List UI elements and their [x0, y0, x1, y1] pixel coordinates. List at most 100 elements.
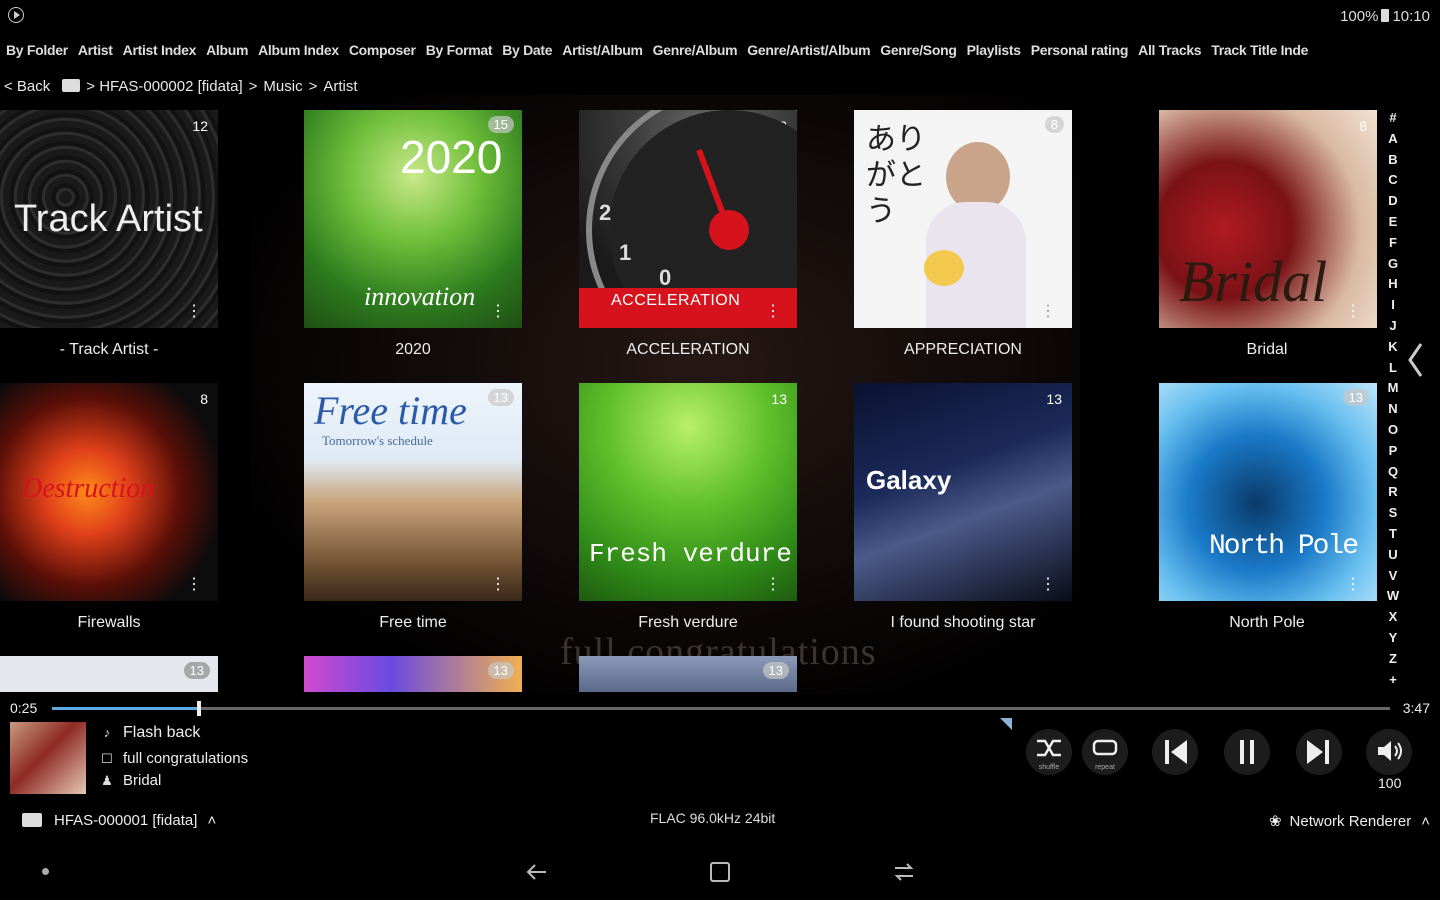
previous-button[interactable] [1152, 729, 1198, 775]
alphabet-index-letter[interactable]: V [1385, 566, 1401, 587]
seek-bar[interactable] [52, 701, 1390, 716]
artist-tile[interactable]: 8 ありがとう ⋮ [854, 110, 1072, 328]
alphabet-index-letter[interactable]: L [1385, 358, 1401, 379]
more-icon[interactable]: ⋮ [490, 577, 506, 593]
server-selector[interactable]: HFAS-000001 [fidata] ˄ [22, 812, 216, 829]
breadcrumb-server[interactable]: > HFAS-000002 [fidata] [86, 78, 242, 95]
tab-genre-artist-album[interactable]: Genre/Artist/Album [747, 42, 870, 58]
alphabet-index-letter[interactable]: I [1385, 295, 1401, 316]
seek-bar-fill [52, 707, 200, 710]
alphabet-index-letter[interactable]: E [1385, 212, 1401, 233]
tab-artist-index[interactable]: Artist Index [123, 42, 197, 58]
alphabet-index-letter[interactable]: H [1385, 274, 1401, 295]
tab-artist-album[interactable]: Artist/Album [562, 42, 643, 58]
alphabet-index-letter[interactable]: U [1385, 545, 1401, 566]
breadcrumb-separator: > [308, 78, 318, 95]
alphabet-index-letter[interactable]: N [1385, 399, 1401, 420]
artist-tile[interactable]: 12 Track Artist ⋮ [0, 110, 218, 328]
tab-album[interactable]: Album [206, 42, 248, 58]
alphabet-index-letter[interactable]: P [1385, 441, 1401, 462]
alphabet-index-letter[interactable]: K [1385, 337, 1401, 358]
alphabet-index-letter[interactable]: # [1385, 108, 1401, 129]
now-playing-album: full congratulations [123, 750, 249, 767]
next-button[interactable] [1296, 729, 1342, 775]
alphabet-index-letter[interactable]: O [1385, 420, 1401, 441]
artist-tile[interactable]: 13 North Pole ⋮ [1159, 383, 1377, 601]
more-icon[interactable]: ⋮ [186, 577, 202, 593]
tab-composer[interactable]: Composer [349, 42, 416, 58]
artist-tile[interactable]: 13 Galaxy ⋮ [854, 383, 1072, 601]
tab-personal-rating[interactable]: Personal rating [1031, 42, 1129, 58]
now-playing-artist-row: ♟ Bridal [98, 772, 161, 789]
pause-button[interactable] [1224, 729, 1270, 775]
more-icon[interactable]: ⋮ [1345, 577, 1361, 593]
alphabet-index-letter[interactable]: Q [1385, 462, 1401, 483]
alphabet-index-letter[interactable]: D [1385, 191, 1401, 212]
volume-button[interactable] [1366, 729, 1412, 775]
more-icon[interactable]: ⋮ [1040, 577, 1056, 593]
artist-name: ACCELERATION [626, 341, 750, 358]
chevron-left-icon[interactable] [1404, 340, 1426, 380]
renderer-selector[interactable]: ❀ Network Renderer ˄ [1269, 812, 1430, 830]
pause-icon [1240, 740, 1254, 764]
alphabet-index-letter[interactable]: A [1385, 129, 1401, 150]
overview-nav-icon[interactable] [707, 859, 733, 885]
elapsed-time: 0:25 [10, 700, 38, 716]
artist-tile[interactable]: 13 2 1 0 ACCELERATION ⋮ [579, 110, 797, 328]
alphabet-index-letter[interactable]: Y [1385, 628, 1401, 649]
alphabet-index-letter[interactable]: W [1385, 586, 1401, 607]
recents-nav-icon[interactable] [891, 860, 917, 884]
alphabet-index-letter[interactable]: + [1385, 670, 1401, 691]
music-note-icon: ♪ [103, 725, 111, 740]
artist-tile[interactable]: 8 Destruction ⋮ [0, 383, 218, 601]
tab-track-title-index[interactable]: Track Title Inde [1211, 42, 1308, 58]
artist-tile[interactable]: 8 Bridal ⋮ [1159, 110, 1377, 328]
tab-album-index[interactable]: Album Index [258, 42, 339, 58]
alphabet-index-letter[interactable]: F [1385, 233, 1401, 254]
breadcrumb-music[interactable]: Music [263, 78, 302, 95]
tab-all-tracks[interactable]: All Tracks [1138, 42, 1201, 58]
tab-playlists[interactable]: Playlists [967, 42, 1021, 58]
alphabet-index-letter[interactable]: G [1385, 254, 1401, 275]
more-icon[interactable]: ⋮ [186, 304, 202, 320]
folder-icon [62, 79, 81, 92]
more-icon[interactable]: ⋮ [490, 304, 506, 320]
alphabet-index-letter[interactable]: X [1385, 607, 1401, 628]
now-playing-cover[interactable] [10, 722, 86, 794]
artist-tile[interactable]: 13 Free time Tomorrow's schedule ⋮ [304, 383, 522, 601]
repeat-button[interactable]: repeat [1082, 729, 1128, 775]
artist-tile[interactable]: 13 [0, 656, 218, 692]
more-icon[interactable]: ⋮ [1345, 304, 1361, 320]
seek-bar-thumb[interactable] [197, 701, 202, 716]
alphabet-index-letter[interactable]: Z [1385, 649, 1401, 670]
tab-artist[interactable]: Artist [78, 42, 113, 58]
alphabet-index-letter[interactable]: S [1385, 503, 1401, 524]
tab-genre-song[interactable]: Genre/Song [880, 42, 957, 58]
tab-by-folder[interactable]: By Folder [6, 42, 68, 58]
now-playing[interactable]: ♪ Flash back ☐ full congratulations ♟ Brida… [10, 722, 410, 797]
more-icon[interactable]: ⋮ [765, 304, 781, 320]
back-nav-icon[interactable] [524, 860, 550, 884]
battery-icon [1381, 9, 1390, 22]
alphabet-index-letter[interactable]: J [1385, 316, 1401, 337]
track-count: 13 [183, 662, 210, 679]
artist-tile[interactable]: 13 [579, 656, 797, 692]
more-icon[interactable]: ⋮ [765, 577, 781, 593]
alphabet-index-letter[interactable]: T [1385, 524, 1401, 545]
svg-text:1: 1 [619, 240, 631, 265]
alphabet-index-letter[interactable]: M [1385, 378, 1401, 399]
more-icon[interactable]: ⋮ [1040, 304, 1056, 320]
alphabet-index-letter[interactable]: R [1385, 482, 1401, 503]
shuffle-button[interactable]: shuffle [1026, 729, 1072, 775]
alphabet-index-letter[interactable]: B [1385, 150, 1401, 171]
artist-tile[interactable]: 13 [304, 656, 522, 692]
album-art-title: Free time [314, 388, 467, 433]
back-button[interactable]: < Back [4, 78, 50, 95]
artist-tile[interactable]: 15 2020 innovation ⋮ [304, 110, 522, 328]
tab-genre-album[interactable]: Genre/Album [653, 42, 738, 58]
tab-by-date[interactable]: By Date [502, 42, 552, 58]
album-art-title: ACCELERATION [611, 292, 741, 309]
alphabet-index-letter[interactable]: C [1385, 170, 1401, 191]
artist-tile[interactable]: 13 Fresh verdure ⋮ [579, 383, 797, 601]
tab-by-format[interactable]: By Format [426, 42, 493, 58]
